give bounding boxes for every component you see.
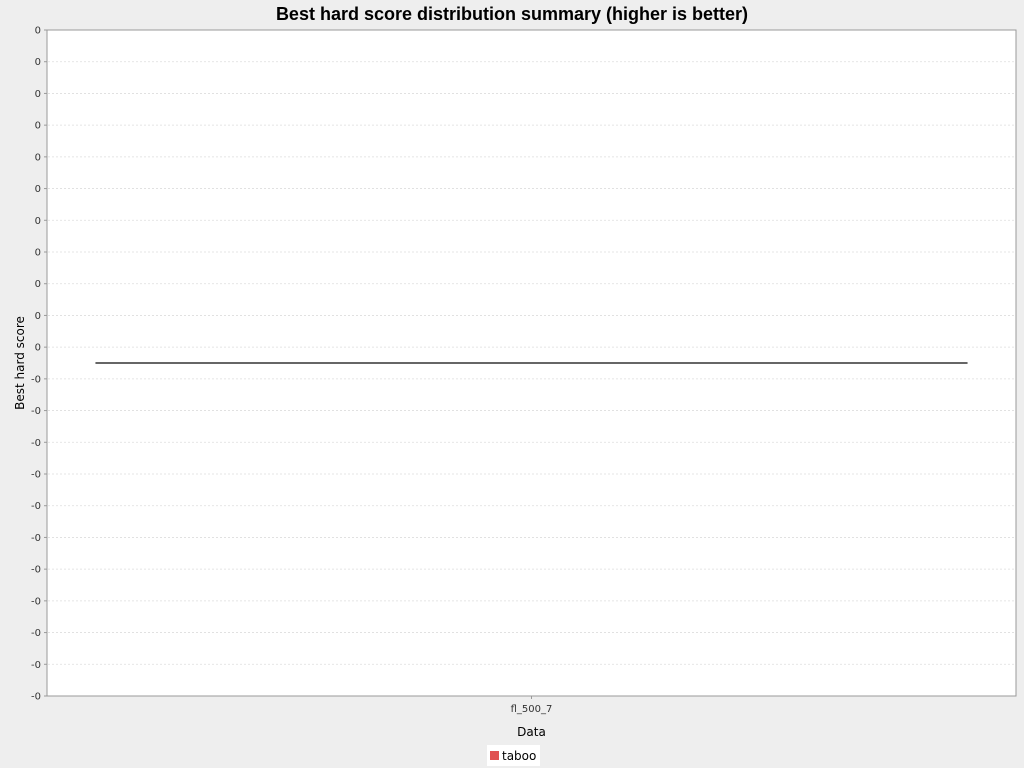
y-tick-label: -0 [31,374,41,385]
y-tick-label: -0 [31,438,41,449]
y-tick-label: -0 [31,501,41,512]
x-axis-ticks: fl_500_7 [511,696,553,715]
x-tick-label: fl_500_7 [511,704,553,715]
y-axis-ticks: 0 0 0 0 0 0 0 0 0 0 0 -0 -0 -0 -0 -0 -0 -0 -0 -0 -0 -0 [31,26,47,703]
y-tick-label: -0 [31,692,41,703]
y-tick-label: 0 [35,248,41,259]
legend-label-taboo: taboo [502,748,537,763]
y-tick-label: 0 [35,26,41,37]
y-tick-label: -0 [31,628,41,639]
y-tick-label: -0 [31,660,41,671]
y-tick-label: 0 [35,216,41,227]
y-tick-label: -0 [31,533,41,544]
y-tick-label: -0 [31,470,41,481]
y-tick-label: 0 [35,89,41,100]
y-tick-label: 0 [35,311,41,322]
y-tick-label: 0 [35,184,41,195]
y-tick-label: -0 [31,406,41,417]
chart-canvas: Best hard score distribution summary (hi… [13,4,1017,739]
y-tick-label: -0 [31,565,41,576]
x-axis-label: Data [517,725,546,739]
chart-root: Best hard score distribution summary (hi… [0,0,1024,768]
y-axis-label: Best hard score [13,316,27,410]
y-tick-label: 0 [35,343,41,354]
y-tick-label: 0 [35,152,41,163]
legend-swatch-taboo [490,751,499,760]
legend: taboo [487,745,541,766]
y-tick-label: 0 [35,279,41,290]
y-tick-label: 0 [35,121,41,132]
chart-title: Best hard score distribution summary (hi… [276,4,748,24]
y-tick-label: 0 [35,57,41,68]
y-tick-label: -0 [31,596,41,607]
